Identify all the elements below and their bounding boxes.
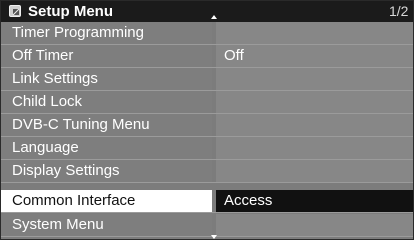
menu-item-value [216,114,413,136]
menu-item-child-lock[interactable]: Child Lock [1,91,413,114]
menu-item-value: Off [216,45,413,67]
menu-item-display-settings[interactable]: Display Settings [1,160,413,183]
menu-item-value [216,214,413,236]
menu-item-language[interactable]: Language [1,137,413,160]
menu-item-value [216,91,413,113]
menu-item-label: Language [1,137,212,159]
menu-item-dvb-c-tuning[interactable]: DVB-C Tuning Menu [1,114,413,137]
menu-item-label: Common Interface [1,190,212,212]
menu-item-timer-programming[interactable]: Timer Programming [1,22,413,45]
menu-item-label: Off Timer [1,45,212,67]
menu-item-value [216,22,413,44]
menu-item-value: Access [216,190,413,212]
menu-item-off-timer[interactable]: Off Timer Off [1,45,413,68]
menu-item-link-settings[interactable]: Link Settings [1,68,413,91]
menu-item-label: Timer Programming [1,22,212,44]
menu-item-label: Link Settings [1,68,212,90]
menu-item-value [216,68,413,90]
menu-item-value [216,137,413,159]
scroll-down-icon[interactable] [211,235,217,239]
menu-item-label: Display Settings [1,160,212,182]
scroll-up-icon[interactable] [211,15,217,19]
menu-item-common-interface[interactable]: Common Interface Access [1,190,413,213]
menu-item-label: Child Lock [1,91,212,113]
menu-header: Setup Menu 1/2 [1,1,413,22]
menu-item-value [216,160,413,182]
page-indicator: 1/2 [389,3,409,19]
menu-item-label: System Menu [1,214,212,236]
menu-item-label: DVB-C Tuning Menu [1,114,212,136]
menu-title: Setup Menu [28,3,113,20]
menu-item-system-menu[interactable]: System Menu [1,214,413,237]
setup-icon [9,5,21,17]
setup-menu: Setup Menu 1/2 Timer Programming Off Tim… [0,0,414,240]
